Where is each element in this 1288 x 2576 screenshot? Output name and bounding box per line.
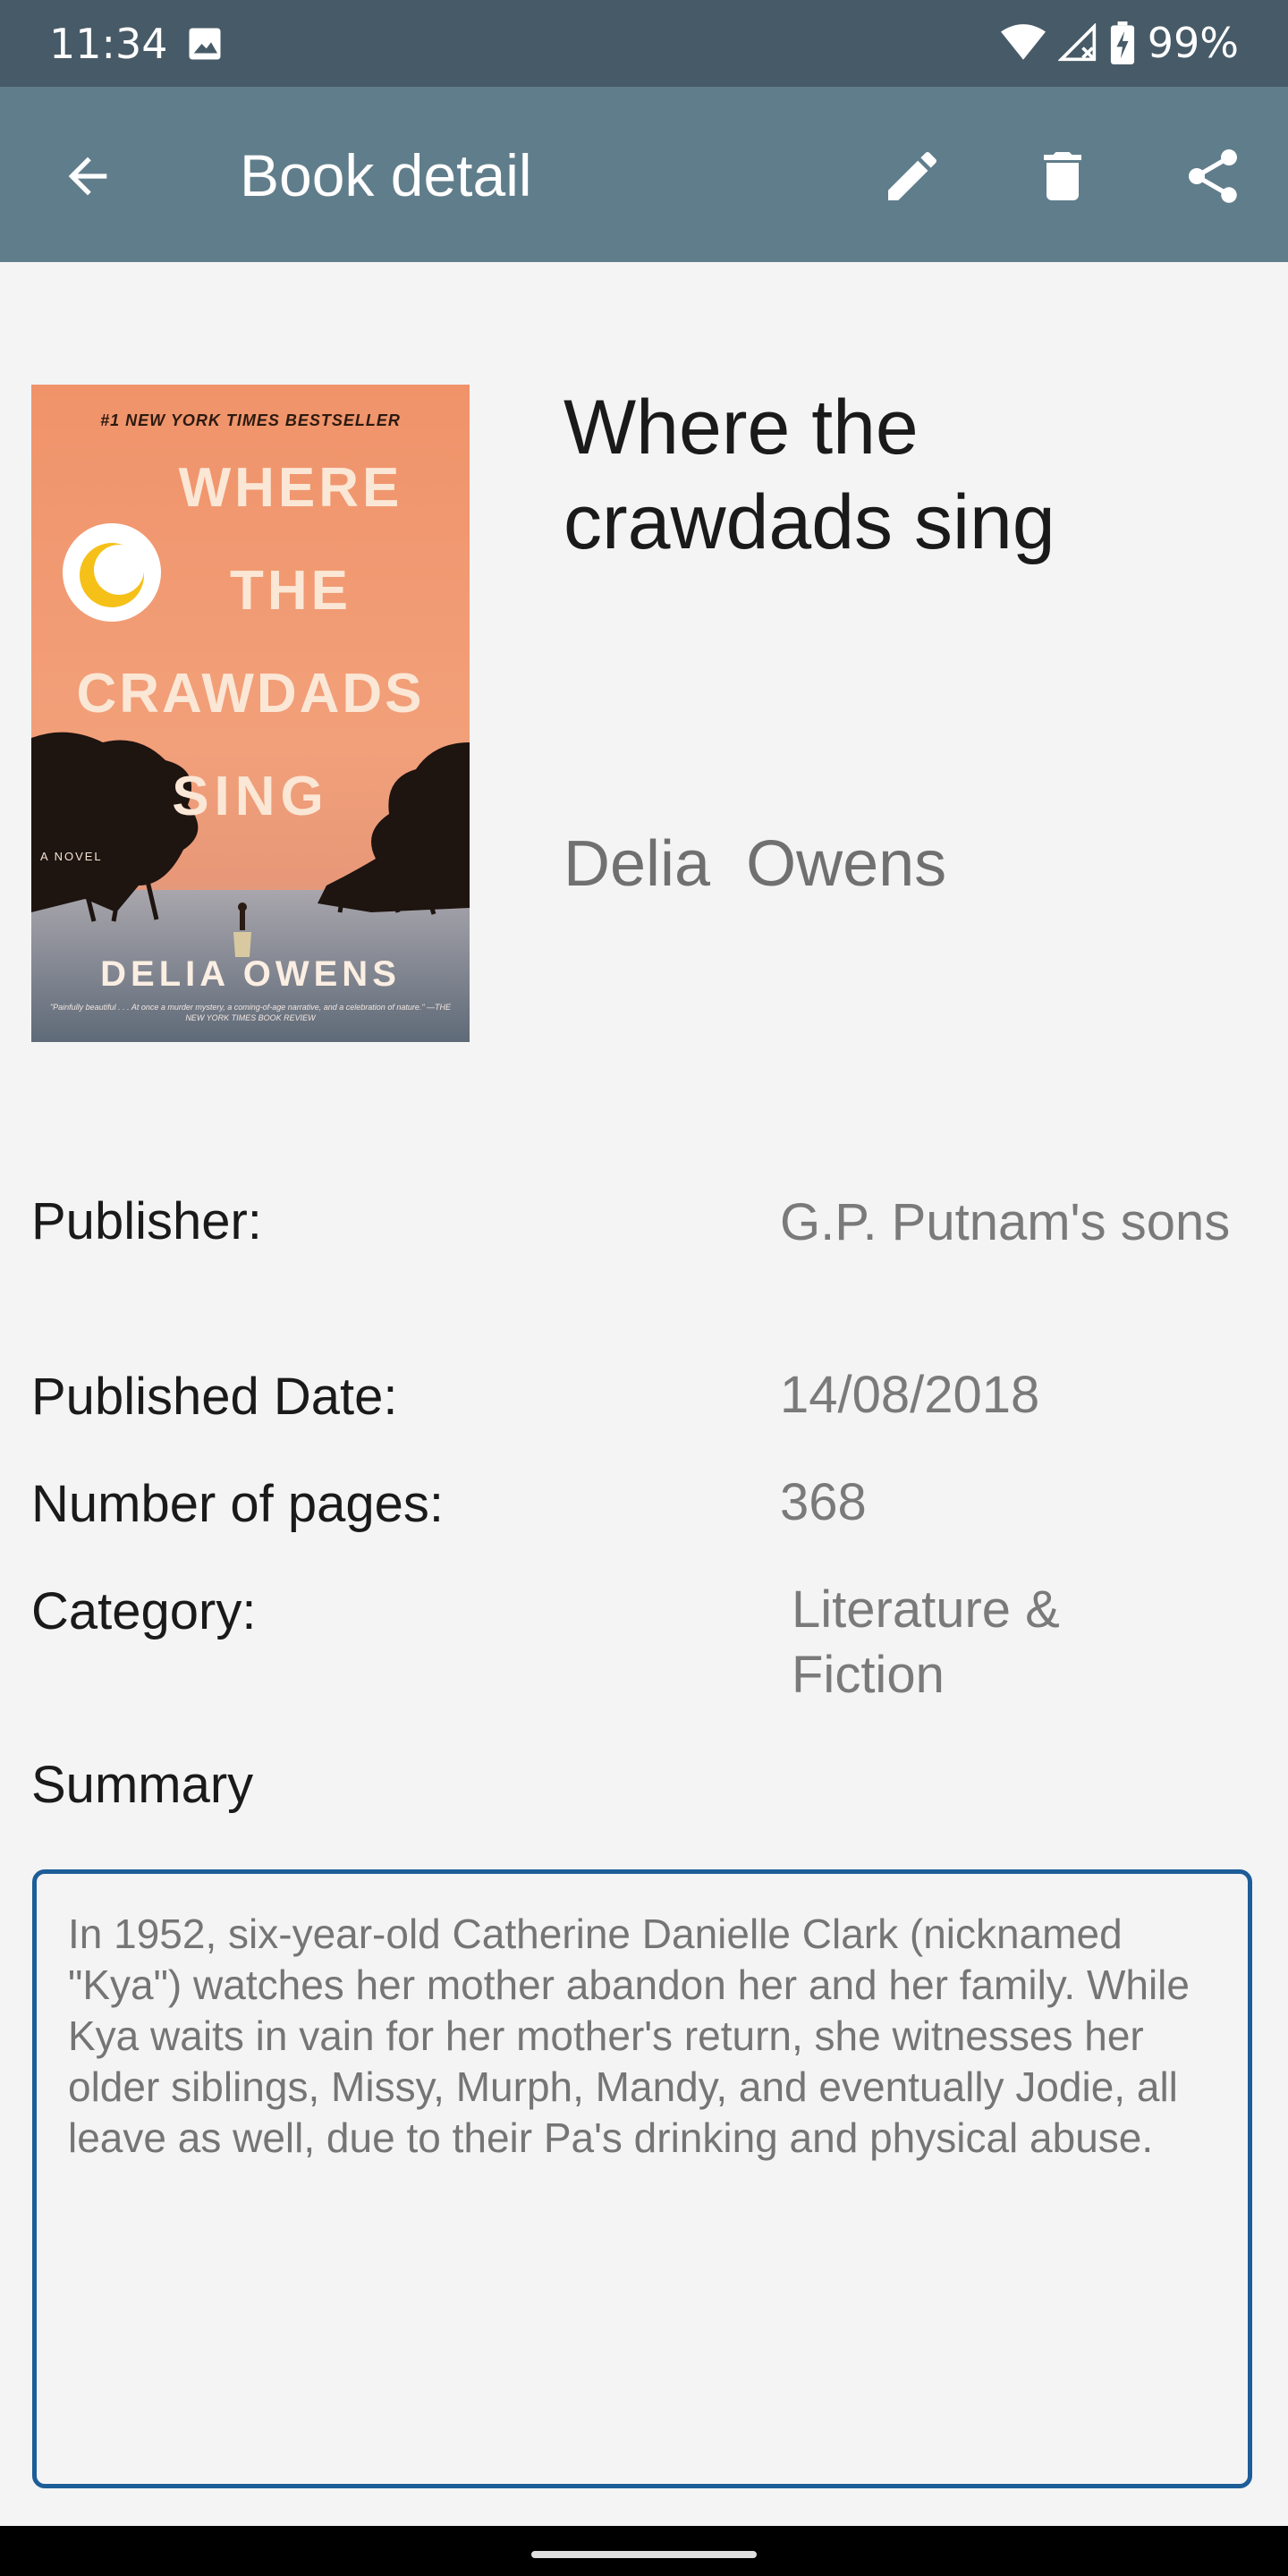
cover-quote: "Painfully beautiful . . . At once a mur…	[49, 1003, 452, 1022]
category-value: Literature & Fiction	[792, 1580, 1060, 1704]
pages-label: Number of pages:	[31, 1475, 445, 1533]
cover-novel-label: A NOVEL	[40, 850, 103, 863]
back-button[interactable]	[52, 140, 123, 212]
status-time: 11:34	[49, 20, 168, 68]
cell-signal-icon	[1057, 23, 1096, 62]
cover-book-club-badge	[63, 523, 161, 622]
edit-button[interactable]	[875, 139, 950, 214]
publisher-label: Publisher:	[31, 1192, 262, 1250]
app-bar: Book detail	[0, 87, 1288, 262]
trash-icon	[1044, 152, 1081, 200]
home-indicator[interactable]	[531, 2551, 757, 2558]
book-cover-image: #1 NEW YORK TIMES BESTSELLER WHERE THE C…	[31, 385, 470, 1042]
wifi-icon	[1000, 24, 1046, 60]
share-icon	[1189, 149, 1237, 203]
book-title: Where the crawdads sing	[564, 385, 1055, 565]
pages-value: 368	[780, 1473, 867, 1531]
book-club-icon	[80, 543, 144, 607]
cover-title-line-2: THE	[230, 560, 352, 622]
published-date-label: Published Date:	[31, 1368, 398, 1426]
publisher-value: G.P. Putnam's sons	[780, 1193, 1231, 1251]
arrow-back-icon	[68, 157, 107, 196]
cover-title-line-3: CRAWDADS	[76, 663, 425, 724]
cover-title-line-1: WHERE	[178, 457, 403, 519]
summary-label: Summary	[31, 1756, 254, 1814]
image-notification-icon	[189, 28, 221, 60]
battery-percent: 99%	[1147, 19, 1239, 67]
status-bar: 11:34 99%	[0, 0, 1288, 87]
summary-text[interactable]: In 1952, six-year-old Catherine Danielle…	[68, 1909, 1231, 2164]
category-label: Category:	[31, 1582, 257, 1640]
share-button[interactable]	[1175, 139, 1250, 214]
cover-author: DELIA OWENS	[100, 954, 401, 994]
cover-title-line-4: SING	[172, 766, 329, 827]
delete-button[interactable]	[1025, 139, 1100, 214]
cover-banner: #1 NEW YORK TIMES BESTSELLER	[100, 411, 401, 429]
pencil-icon	[888, 151, 937, 200]
page-title: Book detail	[240, 142, 532, 208]
battery-charging-icon	[1110, 21, 1134, 64]
book-author: Delia Owens	[564, 828, 947, 900]
published-date-value: 14/08/2018	[780, 1366, 1040, 1424]
status-icons: 99%	[1000, 18, 1239, 68]
